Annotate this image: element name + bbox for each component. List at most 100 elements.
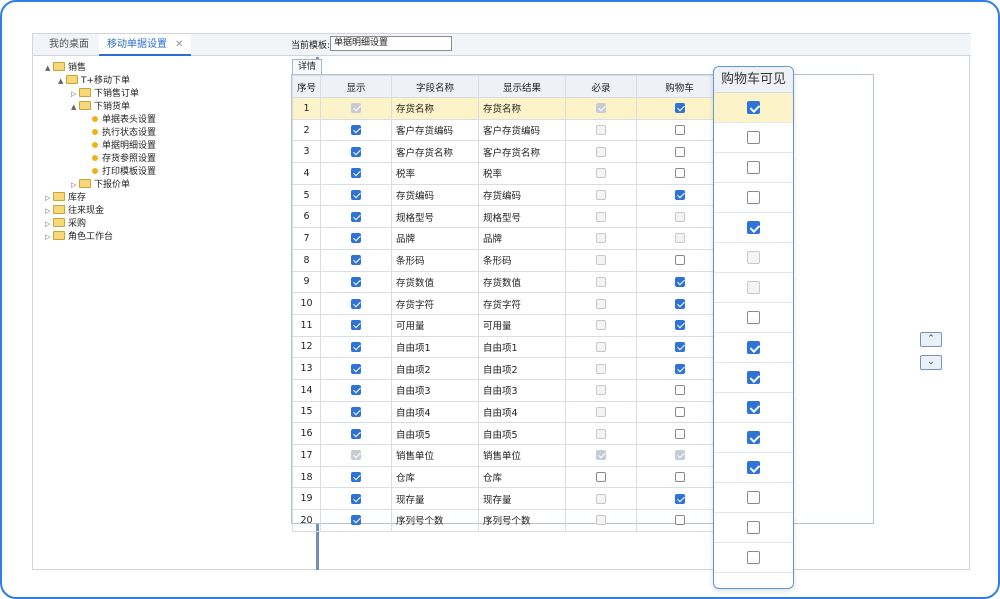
- tab-my-desktop[interactable]: 我的桌面: [41, 34, 97, 56]
- cart-visible-row[interactable]: [714, 93, 793, 123]
- tree-node[interactable]: ▲ T+移动下单: [58, 75, 130, 88]
- show-checkbox[interactable]: [351, 428, 362, 439]
- collapse-arrow-icon[interactable]: ▷: [45, 192, 53, 205]
- cart-checkbox[interactable]: [675, 385, 686, 396]
- cart-checkbox[interactable]: [675, 168, 686, 179]
- cart-visible-checkbox[interactable]: [747, 131, 760, 144]
- table-row[interactable]: 10 存货字符 存货字符: [291, 292, 724, 315]
- cart-checkbox[interactable]: [675, 515, 686, 526]
- cart-visible-checkbox[interactable]: [747, 161, 760, 174]
- cart-checkbox[interactable]: [675, 493, 686, 504]
- tree-node[interactable]: 单据明细设置: [84, 140, 156, 153]
- col-header-display-result[interactable]: 显示结果: [478, 75, 567, 98]
- cart-visible-row[interactable]: [714, 543, 793, 573]
- cart-visible-row[interactable]: [714, 243, 793, 273]
- expand-arrow-icon[interactable]: ▲: [71, 101, 79, 114]
- table-row[interactable]: 8 条形码 条形码: [291, 248, 724, 272]
- cart-checkbox[interactable]: [675, 146, 686, 157]
- collapse-arrow-icon[interactable]: ▷: [45, 205, 53, 218]
- cart-visible-checkbox[interactable]: [747, 401, 760, 414]
- cart-checkbox[interactable]: [675, 298, 686, 309]
- cart-visible-row[interactable]: [714, 303, 793, 333]
- table-row[interactable]: 9 存货数值 存货数值: [291, 270, 724, 294]
- cart-visible-checkbox[interactable]: [747, 551, 760, 564]
- table-row[interactable]: 5 存货编码 存货编码: [291, 183, 724, 207]
- cart-visible-row[interactable]: [714, 363, 793, 393]
- cart-checkbox[interactable]: [675, 255, 686, 266]
- cart-visible-checkbox[interactable]: [747, 461, 760, 474]
- collapse-arrow-icon[interactable]: ▷: [71, 179, 79, 192]
- cart-visible-checkbox[interactable]: [747, 191, 760, 204]
- col-header-required[interactable]: 必录: [565, 75, 638, 98]
- table-row[interactable]: 18 仓库 仓库: [291, 465, 724, 489]
- col-header-field-name[interactable]: 字段名称: [391, 75, 480, 98]
- tree-node[interactable]: 执行状态设置: [84, 127, 156, 140]
- table-row[interactable]: 15 自由项4 自由项4: [291, 400, 724, 424]
- table-row[interactable]: 12 自由项1 自由项1: [291, 335, 724, 359]
- cart-checkbox[interactable]: [675, 125, 686, 136]
- cart-visible-checkbox[interactable]: [747, 221, 760, 234]
- show-checkbox[interactable]: [351, 255, 362, 266]
- table-row[interactable]: 2 客户存货编码 客户存货编码: [291, 118, 724, 142]
- show-checkbox[interactable]: [351, 515, 362, 526]
- show-checkbox[interactable]: [351, 190, 362, 201]
- tree-node[interactable]: 存货参照设置: [84, 153, 156, 166]
- tree-node[interactable]: ▷ 角色工作台: [45, 231, 113, 244]
- cart-checkbox[interactable]: [675, 103, 686, 114]
- tree-node[interactable]: ▷ 往来现金: [45, 205, 104, 218]
- cart-visible-row[interactable]: [714, 183, 793, 213]
- cart-visible-row[interactable]: [714, 213, 793, 243]
- show-checkbox[interactable]: [351, 363, 362, 374]
- expand-arrow-icon[interactable]: ▲: [45, 62, 53, 75]
- table-row[interactable]: 19 现存量 现存量: [291, 487, 724, 511]
- cart-visible-checkbox[interactable]: [747, 431, 760, 444]
- table-row[interactable]: 7 品牌 品牌: [291, 227, 724, 250]
- table-row[interactable]: 6 规格型号 规格型号: [291, 205, 724, 229]
- table-row[interactable]: 1 存货名称 存货名称: [291, 97, 724, 120]
- cart-visible-checkbox[interactable]: [747, 491, 760, 504]
- move-down-button[interactable]: ⌄: [920, 355, 942, 370]
- show-checkbox[interactable]: [351, 276, 362, 287]
- cart-visible-row[interactable]: [714, 513, 793, 543]
- cart-checkbox[interactable]: [675, 472, 686, 483]
- show-checkbox[interactable]: [351, 406, 362, 417]
- tree-node[interactable]: ▷ 库存: [45, 192, 86, 205]
- show-checkbox[interactable]: [351, 472, 362, 483]
- cart-visible-row[interactable]: [714, 123, 793, 153]
- col-header-cart[interactable]: 购物车: [636, 75, 724, 98]
- show-checkbox[interactable]: [351, 233, 362, 244]
- show-checkbox[interactable]: [351, 146, 362, 157]
- close-icon[interactable]: ✕: [175, 39, 183, 50]
- cart-visible-row[interactable]: [714, 453, 793, 483]
- cart-checkbox[interactable]: [675, 428, 686, 439]
- show-checkbox[interactable]: [351, 168, 362, 179]
- cart-visible-row[interactable]: [714, 423, 793, 453]
- cart-checkbox[interactable]: [675, 406, 686, 417]
- tree-node[interactable]: ▲ 下销货单: [71, 101, 130, 114]
- collapse-arrow-icon[interactable]: ▷: [45, 218, 53, 231]
- cart-visible-row[interactable]: [714, 393, 793, 423]
- cart-visible-row[interactable]: [714, 153, 793, 183]
- template-field[interactable]: 单据明细设置: [330, 36, 452, 51]
- cart-checkbox[interactable]: [675, 276, 686, 287]
- cart-visible-row[interactable]: [714, 483, 793, 513]
- table-row[interactable]: 16 自由项5 自由项5: [291, 422, 724, 445]
- tab-mobile-doc-settings[interactable]: 移动单据设置 ✕: [99, 34, 192, 56]
- tree-node[interactable]: ▷ 下销售订单: [71, 88, 139, 101]
- table-row[interactable]: 20 序列号个数 序列号个数: [291, 509, 724, 532]
- cart-visible-row[interactable]: [714, 273, 793, 303]
- show-checkbox[interactable]: [351, 385, 362, 396]
- cart-visible-checkbox[interactable]: [747, 101, 760, 114]
- expand-arrow-icon[interactable]: ▲: [58, 75, 66, 88]
- tree-node[interactable]: ▷ 采购: [45, 218, 86, 231]
- table-row[interactable]: 17 销售单位 销售单位: [291, 444, 724, 467]
- cart-visible-checkbox[interactable]: [747, 521, 760, 534]
- col-header-show[interactable]: 显示: [320, 75, 393, 98]
- tree-node[interactable]: ▷ 下报价单: [71, 179, 130, 192]
- tab-details[interactable]: 详情: [292, 59, 323, 74]
- cart-checkbox[interactable]: [675, 190, 686, 201]
- cart-visible-checkbox[interactable]: [747, 341, 760, 354]
- cart-visible-checkbox[interactable]: [747, 371, 760, 384]
- tree-node[interactable]: 单据表头设置: [84, 114, 156, 127]
- show-checkbox[interactable]: [351, 493, 362, 504]
